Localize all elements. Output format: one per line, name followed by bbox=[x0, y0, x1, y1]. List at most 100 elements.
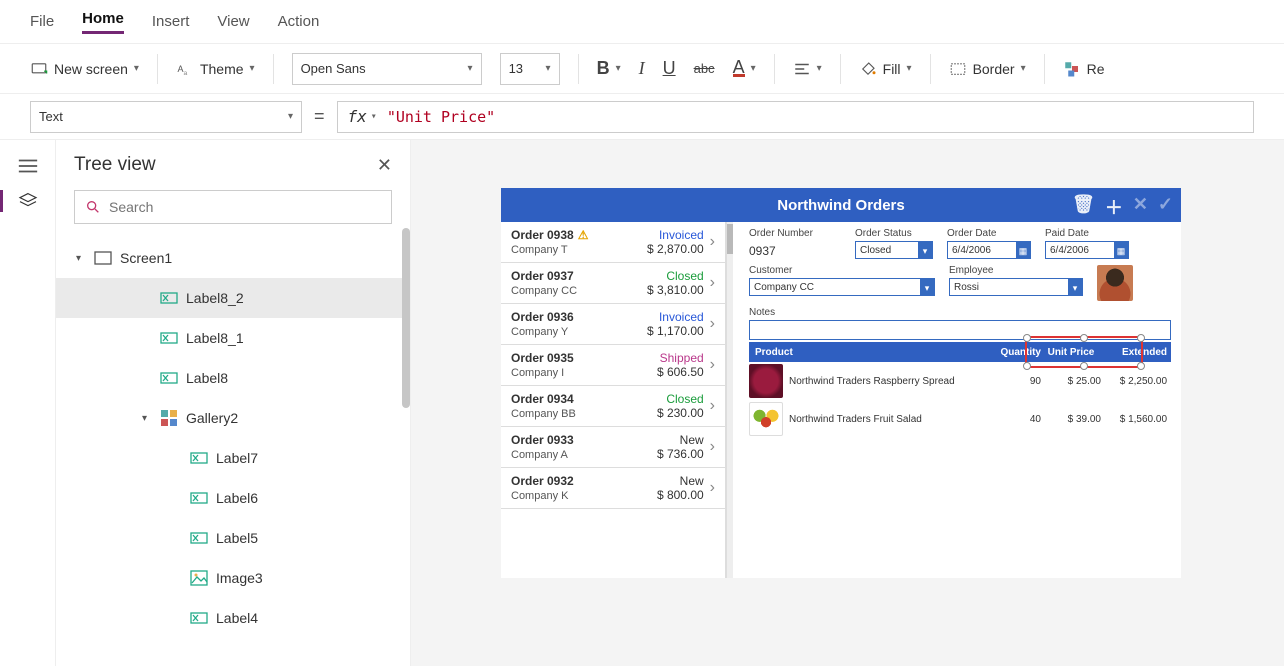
tree-node-label: Screen1 bbox=[120, 250, 172, 266]
tree-search-box[interactable] bbox=[74, 190, 392, 224]
line-item-row[interactable]: Northwind Traders Raspberry Spread 90 $ … bbox=[749, 362, 1171, 400]
new-screen-label: New screen bbox=[54, 61, 128, 77]
bold-button[interactable]: B▾ bbox=[597, 58, 621, 79]
order-status-label: Order Status bbox=[855, 228, 933, 239]
tree-screen-node[interactable]: ▾ Screen1 bbox=[56, 238, 410, 278]
order-company: Company T bbox=[511, 244, 647, 256]
chevron-right-icon: › bbox=[710, 315, 715, 333]
theme-button[interactable]: Aa Theme ▾ bbox=[176, 60, 255, 78]
separator bbox=[840, 54, 841, 84]
order-status: Closed bbox=[657, 392, 704, 406]
formula-input[interactable]: fx ▾ "Unit Price" bbox=[337, 101, 1254, 133]
order-list-item[interactable]: Order 0933 Company A New $ 736.00 › bbox=[501, 427, 725, 468]
tree-node-label: Label6 bbox=[216, 490, 258, 506]
app-title: Northwind Orders bbox=[777, 197, 905, 214]
order-list-item[interactable]: Order 0936 Company Y Invoiced $ 1,170.00… bbox=[501, 304, 725, 345]
left-rail bbox=[0, 140, 56, 666]
dropdown-icon: ▾ bbox=[1068, 279, 1082, 295]
order-name: Order 0938⚠ bbox=[511, 228, 647, 242]
product-image bbox=[749, 402, 783, 436]
order-company: Company I bbox=[511, 367, 657, 379]
line-item-row[interactable]: Northwind Traders Fruit Salad 40 $ 39.00… bbox=[749, 400, 1171, 438]
tree-label-node[interactable]: Label8 bbox=[56, 358, 410, 398]
app-header: Northwind Orders 🗑 ＋ ✕ ✓ bbox=[501, 188, 1181, 222]
fill-button[interactable]: Fill ▾ bbox=[859, 60, 912, 78]
order-status-select[interactable]: Closed▾ bbox=[855, 241, 933, 259]
font-name-select[interactable]: Open Sans ▾ bbox=[292, 53, 482, 85]
tree-scrollbar-thumb[interactable] bbox=[402, 228, 410, 408]
tree-child-node[interactable]: Label4 bbox=[56, 598, 410, 638]
border-button[interactable]: Border ▾ bbox=[949, 60, 1026, 78]
formula-bar: Text ▾ = fx ▾ "Unit Price" bbox=[0, 94, 1284, 140]
tree-gallery-node[interactable]: ▾ Gallery2 bbox=[56, 398, 410, 438]
theme-icon: Aa bbox=[176, 60, 194, 78]
chevron-right-icon: › bbox=[710, 274, 715, 292]
menu-home[interactable]: Home bbox=[82, 10, 124, 34]
bold-icon: B bbox=[597, 58, 610, 79]
menu-view[interactable]: View bbox=[217, 13, 249, 30]
chevron-right-icon: › bbox=[710, 479, 715, 497]
menu-action[interactable]: Action bbox=[278, 13, 320, 30]
col-unit-price[interactable]: Unit Price bbox=[1041, 347, 1101, 358]
order-list-item[interactable]: Order 0935 Company I Shipped $ 606.50 › bbox=[501, 345, 725, 386]
reorder-button[interactable]: Re bbox=[1063, 60, 1105, 78]
underline-button[interactable]: U bbox=[663, 58, 676, 79]
cancel-icon[interactable]: ✕ bbox=[1133, 194, 1148, 220]
tree-child-node[interactable]: Image3 bbox=[56, 558, 410, 598]
calendar-icon: ▦ bbox=[1016, 242, 1030, 258]
search-icon bbox=[85, 199, 101, 215]
trash-icon[interactable]: 🗑 bbox=[1072, 194, 1095, 220]
order-date-input[interactable]: 6/4/2006▦ bbox=[947, 241, 1031, 259]
search-input[interactable] bbox=[109, 199, 381, 215]
plus-icon[interactable]: ＋ bbox=[1105, 194, 1123, 220]
align-button[interactable]: ▾ bbox=[793, 60, 822, 78]
col-extended: Extended bbox=[1101, 347, 1171, 358]
order-company: Company K bbox=[511, 490, 657, 502]
hamburger-icon[interactable] bbox=[17, 158, 39, 174]
tree-label-node[interactable]: Label8_2 bbox=[56, 278, 410, 318]
font-color-button[interactable]: A▾ bbox=[733, 60, 756, 77]
customer-select[interactable]: Company CC▾ bbox=[749, 278, 935, 296]
tree-view-rail-button[interactable] bbox=[17, 192, 39, 208]
tree-label-node[interactable]: Label8_1 bbox=[56, 318, 410, 358]
tree-child-node[interactable]: Label5 bbox=[56, 518, 410, 558]
lineitems-header: Product Quantity Unit Price Extended bbox=[749, 342, 1171, 362]
new-screen-button[interactable]: New screen ▾ bbox=[30, 60, 139, 78]
order-list-item[interactable]: Order 0932 Company K New $ 800.00 › bbox=[501, 468, 725, 509]
label-icon bbox=[190, 449, 208, 467]
order-amount: $ 3,810.00 bbox=[647, 283, 704, 297]
check-icon[interactable]: ✓ bbox=[1158, 194, 1173, 220]
order-status: Invoiced bbox=[647, 228, 704, 242]
tree-child-node[interactable]: Label7 bbox=[56, 438, 410, 478]
menu-file[interactable]: File bbox=[30, 13, 54, 30]
italic-icon: I bbox=[639, 58, 645, 79]
svg-text:a: a bbox=[183, 70, 187, 77]
strike-button[interactable]: abc bbox=[694, 61, 715, 76]
chevron-right-icon: › bbox=[710, 233, 715, 251]
equals-sign: = bbox=[314, 106, 325, 127]
italic-button[interactable]: I bbox=[639, 58, 645, 79]
font-size-select[interactable]: 13 ▾ bbox=[500, 53, 560, 85]
reorder-icon bbox=[1063, 60, 1081, 78]
new-screen-icon bbox=[30, 60, 48, 78]
chevron-right-icon: › bbox=[710, 397, 715, 415]
label-icon bbox=[160, 329, 178, 347]
property-select[interactable]: Text ▾ bbox=[30, 101, 302, 133]
paid-date-input[interactable]: 6/4/2006▦ bbox=[1045, 241, 1129, 259]
employee-avatar bbox=[1097, 265, 1133, 301]
close-icon[interactable]: ✕ bbox=[377, 155, 392, 176]
order-name: Order 0934 bbox=[511, 392, 657, 406]
customer-label: Customer bbox=[749, 265, 935, 276]
notes-label: Notes bbox=[749, 307, 1171, 318]
order-list-item[interactable]: Order 0934 Company BB Closed $ 230.00 › bbox=[501, 386, 725, 427]
employee-select[interactable]: Rossi▾ bbox=[949, 278, 1083, 296]
menu-insert[interactable]: Insert bbox=[152, 13, 190, 30]
tree-child-node[interactable]: Label6 bbox=[56, 478, 410, 518]
notes-input[interactable] bbox=[749, 320, 1171, 340]
product-name: Northwind Traders Raspberry Spread bbox=[789, 376, 981, 387]
order-list-item[interactable]: Order 0937 Company CC Closed $ 3,810.00 … bbox=[501, 263, 725, 304]
order-list-item[interactable]: Order 0938⚠ Company T Invoiced $ 2,870.0… bbox=[501, 222, 725, 263]
tree-node-label: Label8_1 bbox=[186, 330, 244, 346]
label-icon bbox=[190, 489, 208, 507]
order-list[interactable]: Order 0938⚠ Company T Invoiced $ 2,870.0… bbox=[501, 222, 727, 578]
